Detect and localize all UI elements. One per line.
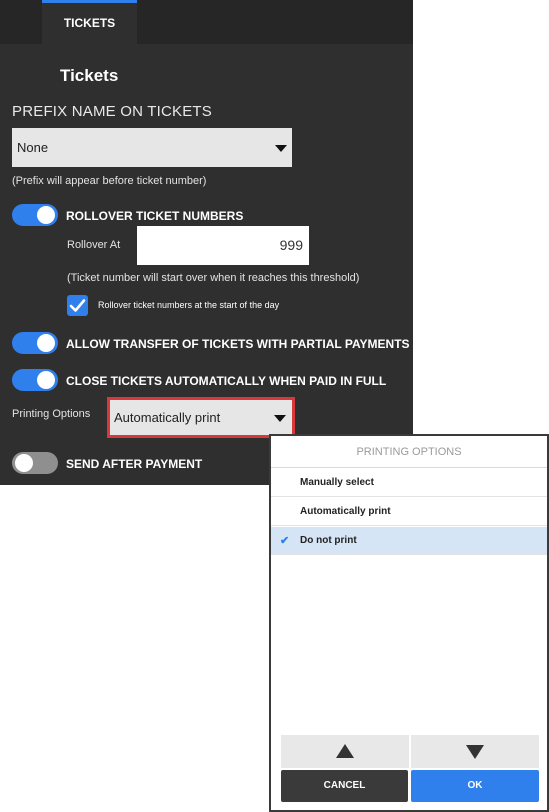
toggle-knob	[37, 334, 55, 352]
rollover-toggle[interactable]	[12, 204, 58, 226]
auto-close-label: CLOSE TICKETS AUTOMATICALLY WHEN PAID IN…	[66, 374, 387, 388]
toggle-knob	[37, 206, 55, 224]
option-label: Manually select	[300, 477, 374, 488]
rollover-note: (Ticket number will start over when it r…	[67, 272, 360, 284]
caret-down-icon	[275, 145, 287, 152]
toggle-knob	[15, 454, 33, 472]
toggle-knob	[37, 371, 55, 389]
option-manually-select[interactable]: Manually select	[271, 469, 547, 497]
tab-tickets[interactable]: TICKETS	[42, 0, 137, 44]
rollover-daily-checkbox[interactable]	[67, 295, 88, 316]
prefix-name-label: PREFIX NAME ON TICKETS	[12, 103, 212, 120]
printing-options-value: Automatically print	[114, 410, 221, 425]
printing-options-label: Printing Options	[12, 408, 91, 420]
cancel-button[interactable]: CANCEL	[281, 770, 408, 802]
triangle-up-icon	[336, 744, 354, 758]
caret-down-icon	[274, 415, 286, 422]
printing-options-dialog: PRINTING OPTIONS Manually select Automat…	[269, 434, 549, 812]
printing-options-dropdown[interactable]: Automatically print	[110, 400, 292, 435]
rollover-at-label: Rollover At	[67, 239, 121, 251]
rollover-daily-label: Rollover ticket numbers at the start of …	[98, 300, 280, 310]
prefix-name-value: None	[17, 140, 49, 155]
page-title: Tickets	[60, 66, 119, 85]
rollover-label: ROLLOVER TICKET NUMBERS	[66, 209, 244, 223]
rollover-at-input[interactable]: 999	[137, 226, 309, 265]
option-label: Automatically print	[300, 506, 391, 517]
scroll-up-button[interactable]	[281, 735, 409, 768]
tab-bar: TICKETS	[0, 0, 413, 44]
prefix-name-dropdown[interactable]: None	[12, 128, 292, 167]
dialog-title: PRINTING OPTIONS	[271, 436, 547, 468]
scroll-down-button[interactable]	[411, 735, 539, 768]
option-label: Do not print	[300, 535, 357, 546]
ticket-settings-panel: TICKETS Tickets PREFIX NAME ON TICKETS N…	[0, 0, 413, 485]
option-do-not-print[interactable]: ✔ Do not print	[271, 527, 547, 555]
auto-close-toggle[interactable]	[12, 369, 58, 391]
partial-transfer-toggle[interactable]	[12, 332, 58, 354]
send-after-payment-label: SEND AFTER PAYMENT	[66, 457, 203, 471]
prefix-note: (Prefix will appear before ticket number…	[12, 175, 207, 187]
send-after-payment-toggle[interactable]	[12, 452, 58, 474]
check-icon	[69, 299, 86, 312]
partial-transfer-label: ALLOW TRANSFER OF TICKETS WITH PARTIAL P…	[66, 337, 410, 351]
triangle-down-icon	[466, 745, 484, 759]
option-automatically-print[interactable]: Automatically print	[271, 498, 547, 526]
ok-button[interactable]: OK	[411, 770, 539, 802]
checkmark-icon: ✔	[280, 535, 290, 547]
